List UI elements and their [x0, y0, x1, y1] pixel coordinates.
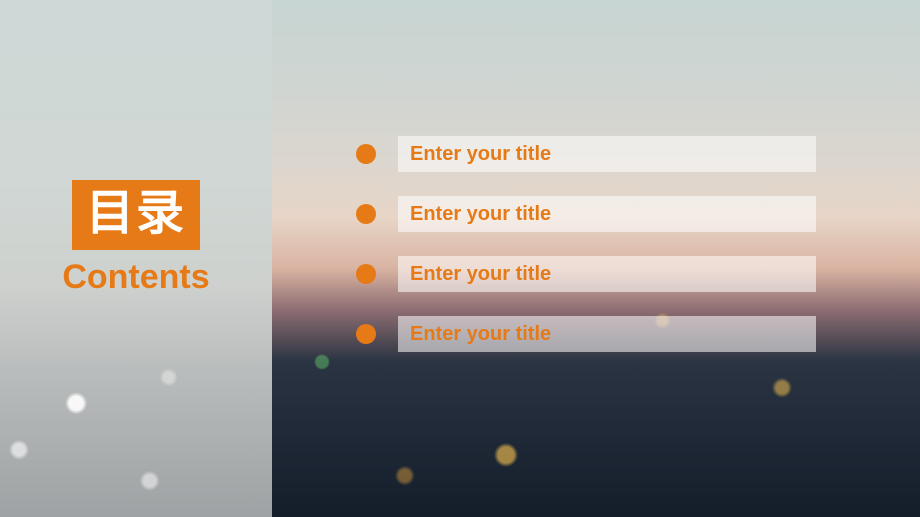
toc-item[interactable]: Enter your title [356, 136, 816, 172]
bullet-icon [356, 264, 376, 284]
toc-item-label: Enter your title [410, 203, 551, 226]
sidebar-subtitle: Contents [62, 258, 209, 297]
bullet-icon [356, 144, 376, 164]
toc-item[interactable]: Enter your title [356, 196, 816, 232]
toc-item-bar: Enter your title [398, 196, 816, 232]
toc-item-label: Enter your title [410, 263, 551, 286]
toc-item-bar: Enter your title [398, 256, 816, 292]
toc-list: Enter your title Enter your title Enter … [356, 136, 816, 352]
toc-item[interactable]: Enter your title [356, 316, 816, 352]
bullet-icon [356, 204, 376, 224]
toc-item-bar: Enter your title [398, 316, 816, 352]
toc-item-label: Enter your title [410, 143, 551, 166]
toc-item-label: Enter your title [410, 323, 551, 346]
toc-item[interactable]: Enter your title [356, 256, 816, 292]
sidebar-title: 目录 [86, 187, 186, 240]
slide-root: 目录 Contents Enter your title Enter your … [0, 0, 920, 517]
sidebar-panel: 目录 Contents [0, 0, 272, 517]
toc-item-bar: Enter your title [398, 136, 816, 172]
bullet-icon [356, 324, 376, 344]
sidebar-title-chip: 目录 [72, 180, 200, 250]
